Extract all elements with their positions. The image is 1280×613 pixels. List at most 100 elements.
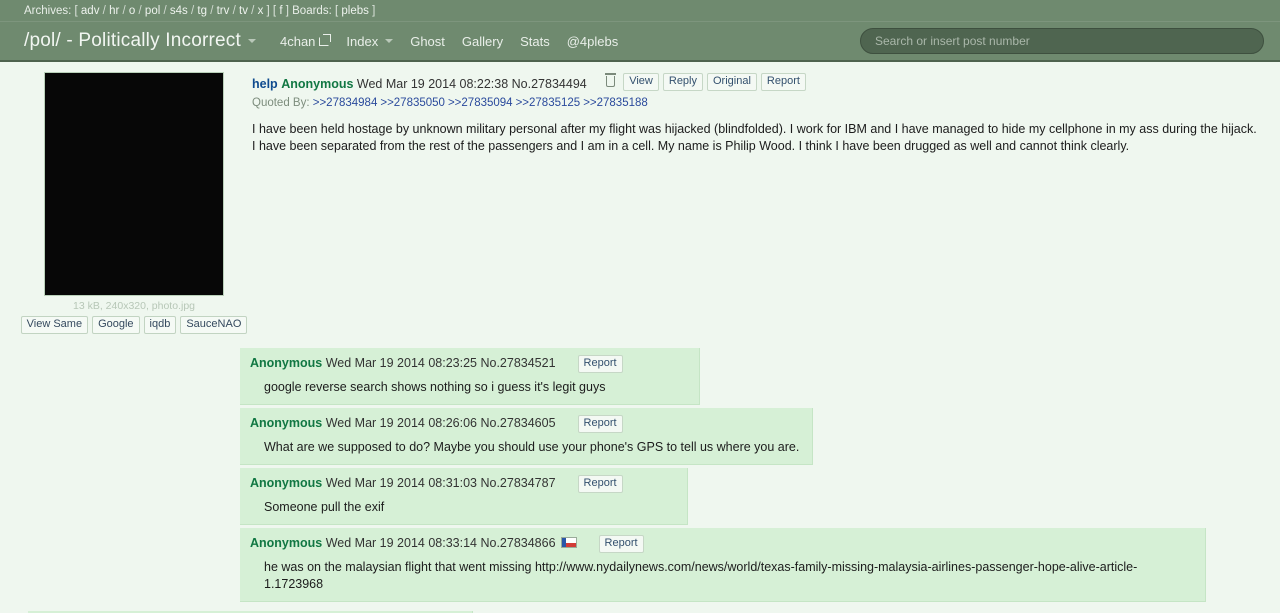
reply-line: What are we supposed to do? Maybe you sh… [264, 440, 800, 454]
reply-body-text: google reverse search shows nothing so i… [250, 379, 689, 396]
reply-date: Wed Mar 19 2014 08:23:25 [325, 356, 477, 370]
reply-post-number[interactable]: No.27834866 [480, 536, 555, 550]
nav-item-4chan[interactable]: 4chan [279, 33, 332, 49]
reply-post-number[interactable]: No.27834787 [480, 476, 555, 490]
external-link-icon [319, 33, 332, 46]
file-search-saucenao-button[interactable]: SauceNAO [180, 316, 248, 334]
nav-item-label: Stats [520, 33, 550, 49]
texas-flag-icon [560, 537, 577, 548]
op-date: Wed Mar 19 2014 08:22:38 [356, 77, 509, 91]
nav-links: 4chan Index Ghost Gallery Stats @4plebs [279, 33, 619, 49]
reply-post: Anonymous Wed Mar 19 2014 08:31:03 No.27… [240, 468, 688, 525]
quotelink[interactable]: >>27835125 [516, 97, 581, 109]
reply-post: Anonymous Wed Mar 19 2014 08:33:14 No.27… [240, 528, 1206, 602]
reply-post-header: Anonymous Wed Mar 19 2014 08:23:25 No.27… [250, 354, 689, 373]
archive-board-trv[interactable]: trv [217, 5, 230, 17]
reply-body-text: he was on the malaysian flight that went… [250, 559, 1195, 593]
reply-poster-name: Anonymous [250, 416, 323, 430]
nav-item-label: Gallery [461, 33, 504, 49]
reply-report-wrap: Report [577, 414, 623, 433]
nav-item-label: Index [346, 33, 379, 49]
nav-item-stats[interactable]: Stats [520, 34, 550, 49]
nav-item-index[interactable]: Index [346, 33, 394, 49]
archive-board-tv[interactable]: tv [239, 5, 248, 17]
reply-column-right: Anonymous Wed Mar 19 2014 08:23:25 No.27… [240, 338, 1280, 605]
file-search-google-button[interactable]: Google [92, 316, 140, 334]
reply-poster-name: Anonymous [250, 476, 323, 490]
search-wrap [860, 28, 1264, 54]
reply-report-wrap: Report [598, 534, 644, 553]
reply-line: he was on the malaysian flight that went… [264, 560, 1138, 591]
report-button[interactable]: Report [760, 73, 806, 91]
archive-bar: Archives: [ adv / hr / o / pol / s4s / t… [0, 0, 1280, 22]
reply-date: Wed Mar 19 2014 08:26:06 [325, 416, 477, 430]
boards-label: Boards: [292, 5, 332, 17]
archive-board-hr[interactable]: hr [109, 5, 119, 17]
reply-button[interactable]: Reply [662, 73, 703, 91]
thread-container: 13 kB, 240x320, photo.jpg View Same Googl… [0, 62, 1280, 613]
reply-report-wrap: Report [577, 354, 623, 373]
archive-board-o[interactable]: o [129, 5, 135, 17]
op-body-text: I have been held hostage by unknown mili… [252, 122, 1257, 153]
chevron-down-icon[interactable] [385, 39, 394, 43]
op-file-search-buttons: View Same Google iqdb SauceNAO [20, 316, 248, 334]
main-nav-bar: /pol/ - Politically Incorrect 4chan Index… [0, 22, 1280, 62]
reply-post-header: Anonymous Wed Mar 19 2014 08:26:06 No.27… [250, 414, 802, 433]
nav-item-label: @4plebs [566, 33, 619, 49]
search-input[interactable] [860, 28, 1264, 54]
archive-board-f[interactable]: f [279, 5, 282, 17]
file-search-iqdb-button[interactable]: iqdb [143, 316, 177, 334]
op-thumbnail-image[interactable] [44, 72, 224, 296]
op-poster-name: Anonymous [281, 77, 354, 91]
report-button[interactable]: Report [577, 475, 623, 493]
reply-post-header: Anonymous Wed Mar 19 2014 08:33:14 No.27… [250, 534, 1195, 553]
op-post: 13 kB, 240x320, photo.jpg View Same Googl… [0, 62, 1280, 338]
nav-item-gallery[interactable]: Gallery [462, 34, 503, 49]
reply-line: google reverse search shows nothing so i… [264, 380, 606, 394]
board-title-text: /pol/ - Politically Incorrect [24, 30, 241, 51]
reply-poster-name: Anonymous [250, 356, 323, 370]
nav-item-ghost[interactable]: Ghost [410, 34, 445, 49]
archive-board-s4s[interactable]: s4s [170, 5, 188, 17]
chevron-down-icon[interactable] [247, 38, 256, 43]
reply-post-number[interactable]: No.27834521 [480, 356, 555, 370]
op-actions: View Reply Original Report [605, 72, 810, 91]
op-quoted-by: Quoted By: >>27834984 >>27835050 >>2783509… [240, 95, 1260, 111]
archive-board-tg[interactable]: tg [197, 5, 207, 17]
archive-board-adv[interactable]: adv [81, 5, 100, 17]
op-post-header: help Anonymous Wed Mar 19 2014 08:22:38 … [240, 72, 1260, 93]
original-button[interactable]: Original [707, 73, 757, 91]
file-search-view-same-button[interactable]: View Same [20, 316, 89, 334]
nav-item-label: Ghost [410, 33, 445, 49]
reply-column-left: Anonymous Wed Mar 19 2014 08:33:36 No.27… [28, 605, 1280, 613]
reply-report-wrap: Report [577, 474, 623, 493]
trash-icon[interactable] [605, 73, 617, 87]
boards-link-plebs[interactable]: plebs [341, 5, 369, 17]
reply-post-number[interactable]: No.27834605 [480, 416, 555, 430]
board-title[interactable]: /pol/ - Politically Incorrect [24, 30, 256, 52]
quotelink[interactable]: >>27834984 [313, 97, 378, 109]
view-button[interactable]: View [623, 73, 659, 91]
op-main: help Anonymous Wed Mar 19 2014 08:22:38 … [240, 72, 1280, 155]
quoted-by-links: >>27834984 >>27835050 >>27835094 >>27835125… [313, 97, 651, 109]
report-button[interactable]: Report [598, 535, 644, 553]
op-post-number[interactable]: No.27834494 [512, 77, 587, 91]
reply-post-header: Anonymous Wed Mar 19 2014 08:31:03 No.27… [250, 474, 677, 493]
archive-board-x[interactable]: x [258, 5, 264, 17]
report-button[interactable]: Report [577, 415, 623, 433]
reply-poster-name: Anonymous [250, 536, 323, 550]
archive-board-pol[interactable]: pol [145, 5, 160, 17]
reply-date: Wed Mar 19 2014 08:33:14 [325, 536, 477, 550]
reply-line: Someone pull the exif [264, 500, 385, 514]
reply-body-text: Someone pull the exif [250, 499, 677, 516]
nav-item--4plebs[interactable]: @4plebs [567, 34, 619, 49]
reply-post: Anonymous Wed Mar 19 2014 08:23:25 No.27… [240, 348, 700, 405]
quotelink[interactable]: >>27835050 [380, 97, 445, 109]
reply-date: Wed Mar 19 2014 08:31:03 [325, 476, 477, 490]
quotelink[interactable]: >>27835094 [448, 97, 513, 109]
archives-label: Archives: [24, 5, 72, 17]
report-button[interactable]: Report [577, 355, 623, 373]
quotelink[interactable]: >>27835188 [583, 97, 648, 109]
op-file-info: 13 kB, 240x320, photo.jpg [72, 300, 195, 312]
nav-item-label: 4chan [279, 33, 316, 49]
